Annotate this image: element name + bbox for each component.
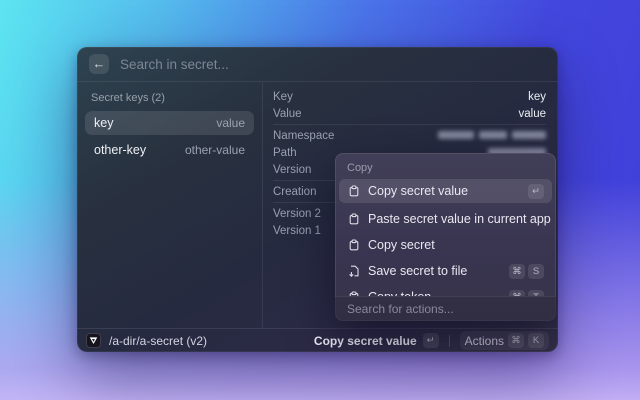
list-item-title: key xyxy=(94,116,114,130)
divider xyxy=(448,334,450,347)
primary-action-button[interactable]: Copy secret value xyxy=(314,334,417,348)
clipboard-icon xyxy=(347,213,360,226)
clipboard-icon xyxy=(347,239,360,252)
metadata-row-namespace: Namespace xyxy=(273,127,546,144)
metadata-row-key: Key key xyxy=(273,90,546,103)
list-item-accessory: value xyxy=(216,116,245,130)
menu-section-title: Copy xyxy=(347,162,373,174)
enter-key-badge: ↵ xyxy=(528,183,544,199)
divider xyxy=(273,124,546,125)
menu-items: Copy secret value ↵ Paste secret value i… xyxy=(335,179,556,296)
enter-key-badge: ↵ xyxy=(422,333,439,348)
actions-search-input[interactable] xyxy=(347,302,544,316)
s-key-badge: S xyxy=(528,263,544,279)
actions-button[interactable]: Actions ⌘ K xyxy=(459,331,549,350)
metadata-row-value: Value value xyxy=(273,107,546,120)
redacted-value xyxy=(433,127,546,145)
actions-search-bar xyxy=(335,296,556,321)
context-title: /a-dir/a-secret (v2) xyxy=(109,333,208,348)
secret-keys-list: Secret keys (2) key value other-key othe… xyxy=(77,83,263,328)
actions-menu: Copy Copy secret value ↵ Paste secret va… xyxy=(335,153,556,321)
menu-item-copy-token[interactable]: Copy token ⌘ T xyxy=(339,284,552,296)
launcher-window: ← Secret keys (2) key value other-key ot… xyxy=(77,47,558,352)
menu-item-save-secret-to-file[interactable]: Save secret to file ⌘ S xyxy=(339,258,552,284)
file-download-icon xyxy=(347,265,360,278)
status-bar: /a-dir/a-secret (v2) Copy secret value ↵… xyxy=(77,328,558,352)
back-button[interactable]: ← xyxy=(89,54,109,74)
clipboard-icon xyxy=(347,185,360,198)
cmd-key-badge: ⌘ xyxy=(508,333,524,348)
search-input[interactable] xyxy=(120,56,546,72)
list-item-key[interactable]: key value xyxy=(85,111,254,135)
vault-logo-icon xyxy=(86,333,101,348)
menu-item-copy-secret[interactable]: Copy secret xyxy=(339,232,552,258)
menu-item-paste-secret-value[interactable]: Paste secret value in current app ⌘ ↵ xyxy=(339,206,552,232)
list-item-title: other-key xyxy=(94,143,147,157)
list-item-other-key[interactable]: other-key other-value xyxy=(85,138,254,162)
status-bar-actions: Copy secret value ↵ Actions ⌘ K xyxy=(314,331,549,350)
cmd-key-badge: ⌘ xyxy=(509,263,525,279)
menu-item-copy-secret-value[interactable]: Copy secret value ↵ xyxy=(339,179,552,203)
desktop-background: ← Secret keys (2) key value other-key ot… xyxy=(0,0,640,400)
section-title: Secret keys (2) xyxy=(91,92,165,104)
list-item-accessory: other-value xyxy=(184,143,245,157)
search-bar: ← xyxy=(77,47,558,82)
k-key-badge: K xyxy=(528,333,544,348)
back-arrow-icon: ← xyxy=(92,56,106,71)
